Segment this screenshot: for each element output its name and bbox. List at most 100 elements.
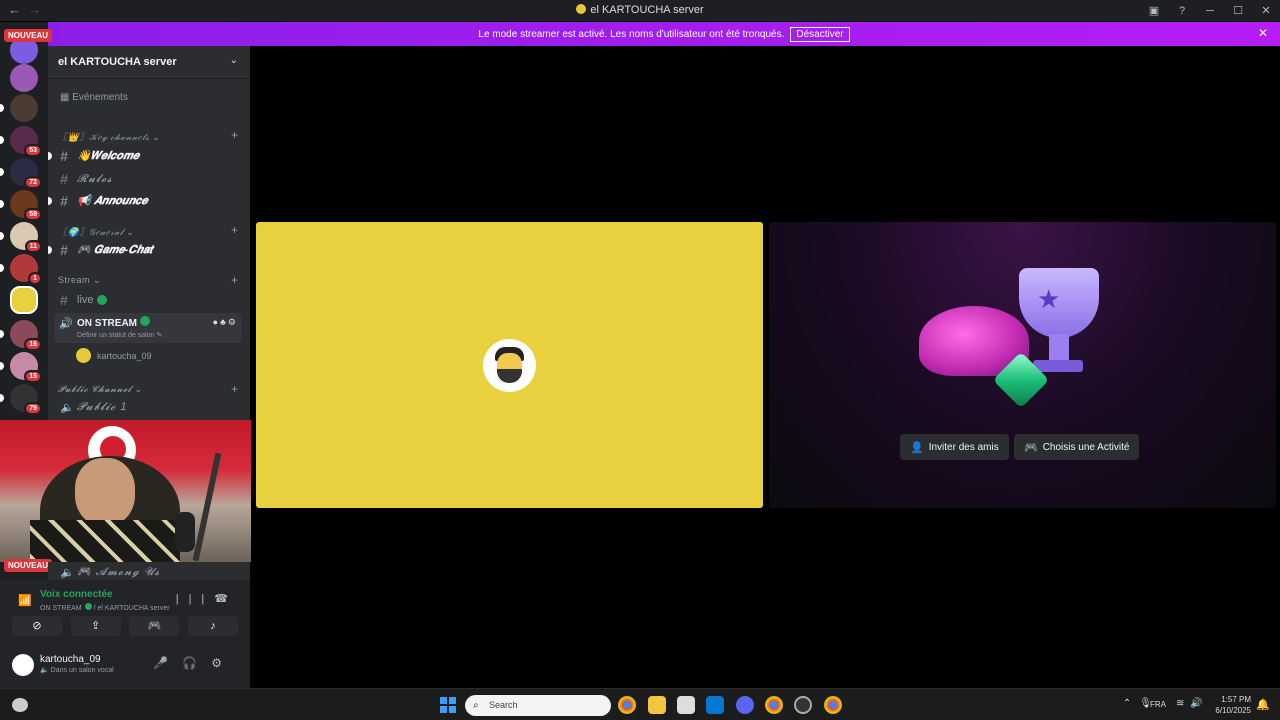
channel-welcome[interactable]: # 👋𝑾𝒆𝒍𝒄𝒐𝒎𝒆	[60, 148, 139, 164]
server-icon[interactable]: 59	[0, 190, 42, 221]
unread-indicator	[0, 330, 4, 338]
speaker-icon: 🔈	[60, 402, 75, 414]
category-public-channel[interactable]: 𝓟𝓾𝓫𝓵𝓲𝓬 𝓒𝓱𝓪𝓷𝓷𝓮𝓵 ⌄	[58, 384, 143, 395]
speaker-icon: 🔈	[40, 667, 49, 674]
soundboard-button[interactable]: ♪	[187, 616, 238, 636]
minimize-button[interactable]: ─	[1196, 5, 1224, 17]
divider	[48, 78, 250, 79]
server-icon-active[interactable]	[10, 286, 38, 314]
gear-icon[interactable]: ⚙	[228, 317, 238, 327]
deactivate-button[interactable]: Désactiver	[790, 26, 850, 42]
mention-badge: 1	[28, 272, 42, 285]
hashtag-icon: #	[60, 171, 69, 187]
green-circle-icon	[96, 295, 107, 305]
language-indicator[interactable]: FRA	[1150, 700, 1166, 709]
voice-channel-on-stream[interactable]: 🔊 ON STREAM Définir un statut de salon ✎…	[54, 313, 242, 343]
server-icon[interactable]: 15	[0, 352, 42, 383]
channel-status[interactable]: Définir un statut de salon ✎	[77, 331, 162, 339]
title-bar: ← → el KARTOUCHA server ▣ ? ─ ☐ ✕	[0, 0, 1280, 21]
chevron-up-icon[interactable]: ⌃	[1123, 698, 1139, 709]
category-general[interactable]: 〖🌍〗𝒢𝑒𝓃𝑒𝓇𝒶𝓁 ⌄	[58, 225, 134, 238]
unread-indicator	[48, 152, 52, 160]
channel-rules[interactable]: # 𝓡𝓾𝓵𝓮𝓼	[60, 171, 113, 187]
camera-off-button[interactable]: ⊘	[12, 616, 62, 636]
search-icon: ⌕	[473, 700, 479, 711]
unread-indicator	[0, 168, 4, 176]
add-user-icon: 👤	[910, 441, 924, 454]
channel-public-1[interactable]: 🔈 𝓟𝓾𝓫𝓵𝓲𝓬 1	[60, 401, 127, 414]
server-icon[interactable]: 53	[0, 126, 42, 157]
gear-icon[interactable]: ⚙	[211, 656, 236, 670]
chrome-icon[interactable]	[618, 696, 636, 714]
signal-icon[interactable]: 📶	[18, 594, 32, 607]
mention-badge: 79	[24, 402, 42, 415]
voice-connected-channel[interactable]: ON STREAM / el KARTOUCHA server	[40, 603, 170, 612]
choose-activity-button[interactable]: 🎮 Choisis une Activité	[1014, 434, 1140, 460]
server-icon[interactable]: 79	[0, 384, 42, 415]
taskbar-search[interactable]: ⌕ Search	[465, 695, 611, 716]
channel-live[interactable]: # live	[60, 292, 107, 308]
category-stream[interactable]: Stream ⌄	[58, 275, 101, 286]
share-screen-button[interactable]: ⇪	[70, 616, 121, 636]
activity-button[interactable]: 🎮	[129, 616, 180, 636]
user-status: 🔈 Dans un salon vocal	[40, 667, 114, 674]
add-channel-icon[interactable]: +	[231, 273, 238, 287]
events-link[interactable]: ▦ Evénements	[60, 92, 128, 103]
avatar[interactable]	[12, 654, 34, 676]
server-icon[interactable]: 72	[0, 158, 42, 189]
network-volume-icons[interactable]: ≋🔊	[1176, 698, 1209, 709]
channel-sidebar: el KARTOUCHA server ⌄ ▦ Evénements 〖👑〗𝒦𝑒…	[48, 46, 250, 420]
hashtag-icon: #	[60, 292, 68, 308]
channel-announce[interactable]: # 📢 𝑨𝒏𝒏𝒐𝒖𝒏𝒄𝒆	[60, 193, 148, 209]
chat-bubble-icon[interactable]: ●	[213, 317, 220, 327]
server-icon	[576, 4, 587, 14]
category-key-channels[interactable]: 〖👑〗𝒦𝑒𝓎 𝒸𝒽𝒶𝓃𝓃𝑒𝓁𝓈 ⌄	[58, 130, 160, 143]
headphones-icon[interactable]: 🎧	[182, 656, 211, 670]
mention-badge: 59	[24, 208, 42, 221]
server-icon[interactable]: 16	[0, 320, 42, 351]
start-button[interactable]	[440, 697, 456, 713]
server-icon[interactable]: 11	[0, 222, 42, 253]
server-icon[interactable]: 1	[0, 254, 42, 285]
server-icon[interactable]	[0, 94, 38, 122]
clock[interactable]: 1:57 PM 6/10/2025	[1215, 694, 1251, 716]
discord-icon[interactable]	[736, 696, 754, 714]
notification-icon[interactable]: 🔔	[1256, 698, 1270, 711]
add-member-icon[interactable]: ♣	[220, 317, 228, 327]
chevron-down-icon: ⌄	[93, 275, 102, 285]
voice-user[interactable]: kartoucha_09	[76, 348, 152, 363]
add-channel-icon[interactable]: +	[231, 382, 238, 396]
store-icon[interactable]	[677, 696, 695, 714]
avatar	[76, 348, 91, 363]
close-window-button[interactable]: ✕	[1252, 4, 1280, 17]
streamer-head	[75, 458, 135, 526]
widgets-icon[interactable]	[12, 698, 28, 712]
chrome-icon[interactable]	[765, 696, 783, 714]
star-icon: ★	[1037, 284, 1061, 314]
disconnect-icon[interactable]: ☎	[214, 593, 238, 605]
user-bar: kartoucha_09 🔈 Dans un salon vocal 🎤🎧⚙	[0, 642, 250, 686]
noise-suppression-icon[interactable]: |||	[176, 593, 215, 605]
file-explorer-icon[interactable]	[648, 696, 666, 714]
add-channel-icon[interactable]: +	[231, 223, 238, 237]
username[interactable]: kartoucha_09	[40, 654, 101, 665]
inbox-icon[interactable]: ▣	[1140, 4, 1168, 17]
maximize-button[interactable]: ☐	[1224, 4, 1252, 17]
server-icon[interactable]	[10, 64, 38, 92]
invite-friends-button[interactable]: 👤 Inviter des amis	[900, 434, 1009, 460]
close-icon[interactable]: ✕	[1258, 26, 1268, 40]
chrome-icon[interactable]	[824, 696, 842, 714]
outlook-icon[interactable]	[706, 696, 724, 714]
help-icon[interactable]: ?	[1168, 5, 1196, 17]
channel-among-us[interactable]: 🔈 🎮 𝓐𝓶𝓸𝓷𝓰 𝓤𝓼	[60, 565, 160, 579]
user-controls: 🎤🎧⚙	[153, 656, 236, 670]
chevron-down-icon[interactable]: ⌄	[230, 55, 238, 66]
server-name[interactable]: el KARTOUCHA server	[58, 56, 177, 68]
channel-game-chat[interactable]: # 🎮 𝑮𝒂𝒎𝒆-𝑪𝒉𝒂𝒕	[60, 242, 153, 258]
user-panel: 📶 Voix connectée ON STREAM / el KARTOUCH…	[0, 580, 250, 688]
voice-participant-tile[interactable]	[256, 222, 763, 508]
app-icon[interactable]	[794, 696, 812, 714]
add-channel-icon[interactable]: +	[231, 128, 238, 142]
chevron-down-icon: ⌄	[134, 384, 143, 394]
microphone-icon[interactable]: 🎤	[153, 656, 182, 670]
